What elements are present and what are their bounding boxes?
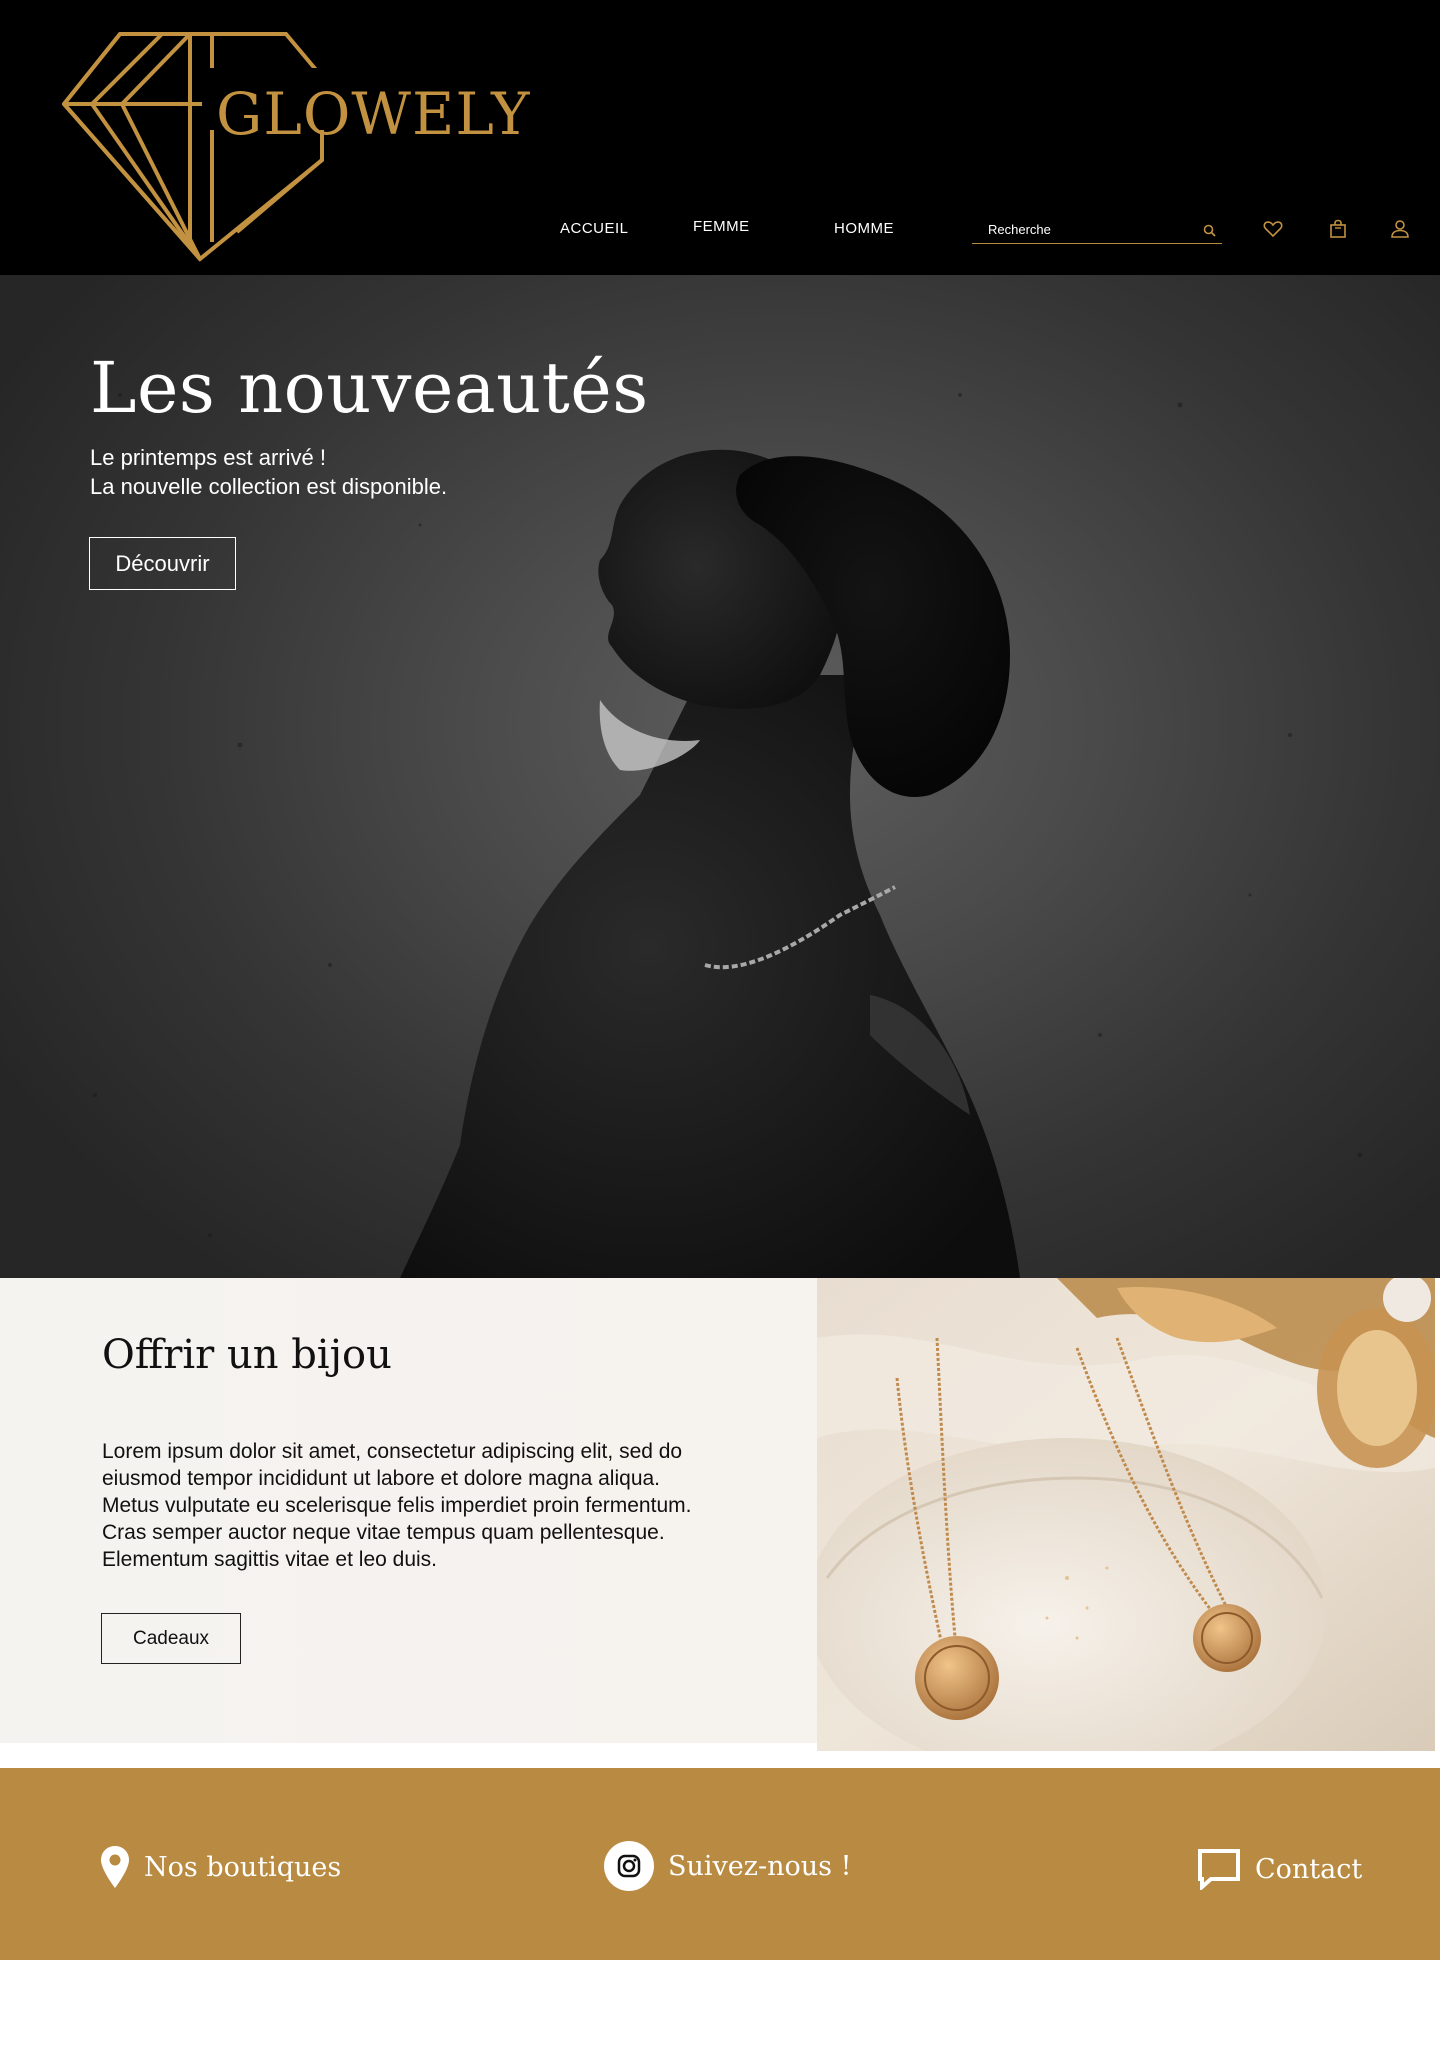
social-label: Suivez-nous !: [668, 1850, 852, 1882]
heart-icon[interactable]: [1262, 218, 1284, 240]
diamond-logo-icon: [62, 32, 342, 262]
hero-subtitle: Le printemps est arrivé ! La nouvelle co…: [90, 443, 447, 501]
hero-banner: Les nouveautés Le printemps est arrivé !…: [0, 275, 1440, 1278]
jewelry-illustration: [817, 1278, 1435, 1751]
site-footer: Nos boutiques Suivez-nous ! Contact: [0, 1768, 1440, 1960]
discover-button[interactable]: Découvrir: [89, 537, 236, 590]
contact-label: Contact: [1255, 1853, 1363, 1885]
contact-link[interactable]: Contact: [1197, 1848, 1362, 1890]
hero-subtitle-line-2: La nouvelle collection est disponible.: [90, 474, 448, 499]
brand-name: GLOWELY: [216, 80, 531, 148]
jewelry-photo: [817, 1278, 1435, 1751]
instagram-icon: [604, 1841, 654, 1891]
search-input[interactable]: [988, 222, 1188, 237]
gift-description: Lorem ipsum dolor sit amet, consectetur …: [102, 1440, 692, 1571]
stores-link[interactable]: Nos boutiques: [100, 1845, 341, 1889]
gifts-button[interactable]: Cadeaux: [101, 1613, 241, 1664]
hero-title: Les nouveautés: [90, 347, 649, 429]
stores-label: Nos boutiques: [144, 1851, 342, 1883]
brand-logo[interactable]: GLOWELY: [62, 32, 529, 264]
hero-subtitle-line-1: Le printemps est arrivé !: [90, 445, 326, 470]
map-pin-icon: [101, 1846, 129, 1888]
nav-femme[interactable]: FEMME: [693, 218, 750, 235]
search-bar: [972, 214, 1222, 244]
nav-accueil[interactable]: ACCUEIL: [560, 220, 629, 237]
site-header: GLOWELY ACCUEIL FEMME HOMME: [0, 0, 1440, 275]
nav-homme[interactable]: HOMME: [834, 220, 894, 237]
search-icon[interactable]: [1202, 223, 1218, 239]
gift-section: Offrir un bijou Lorem ipsum dolor sit am…: [0, 1278, 818, 1743]
gift-title: Offrir un bijou: [102, 1332, 392, 1378]
user-icon[interactable]: [1389, 218, 1411, 240]
bag-icon[interactable]: [1327, 218, 1349, 240]
social-link[interactable]: Suivez-nous !: [604, 1841, 851, 1891]
chat-bubble-icon: [1198, 1849, 1240, 1890]
